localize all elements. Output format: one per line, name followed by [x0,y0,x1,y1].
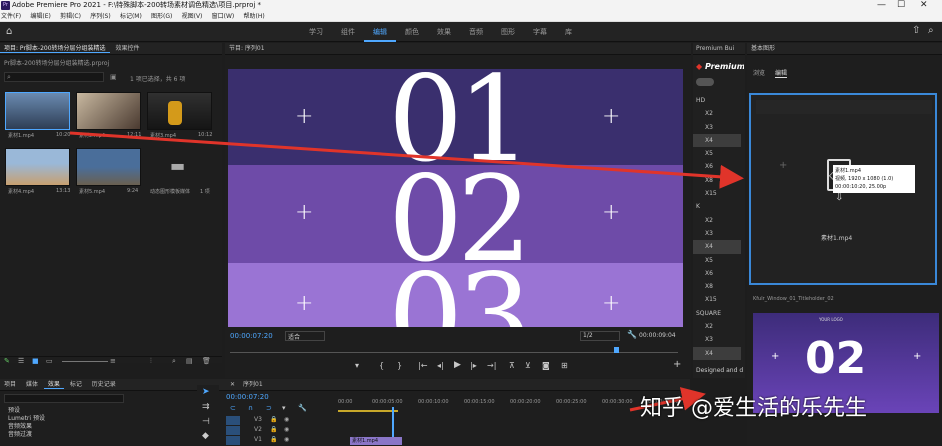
annotation-arrows [69,131,744,412]
drag-arrow [69,131,744,189]
watermark: 知乎 @爱生活的乐先生 [640,396,867,421]
